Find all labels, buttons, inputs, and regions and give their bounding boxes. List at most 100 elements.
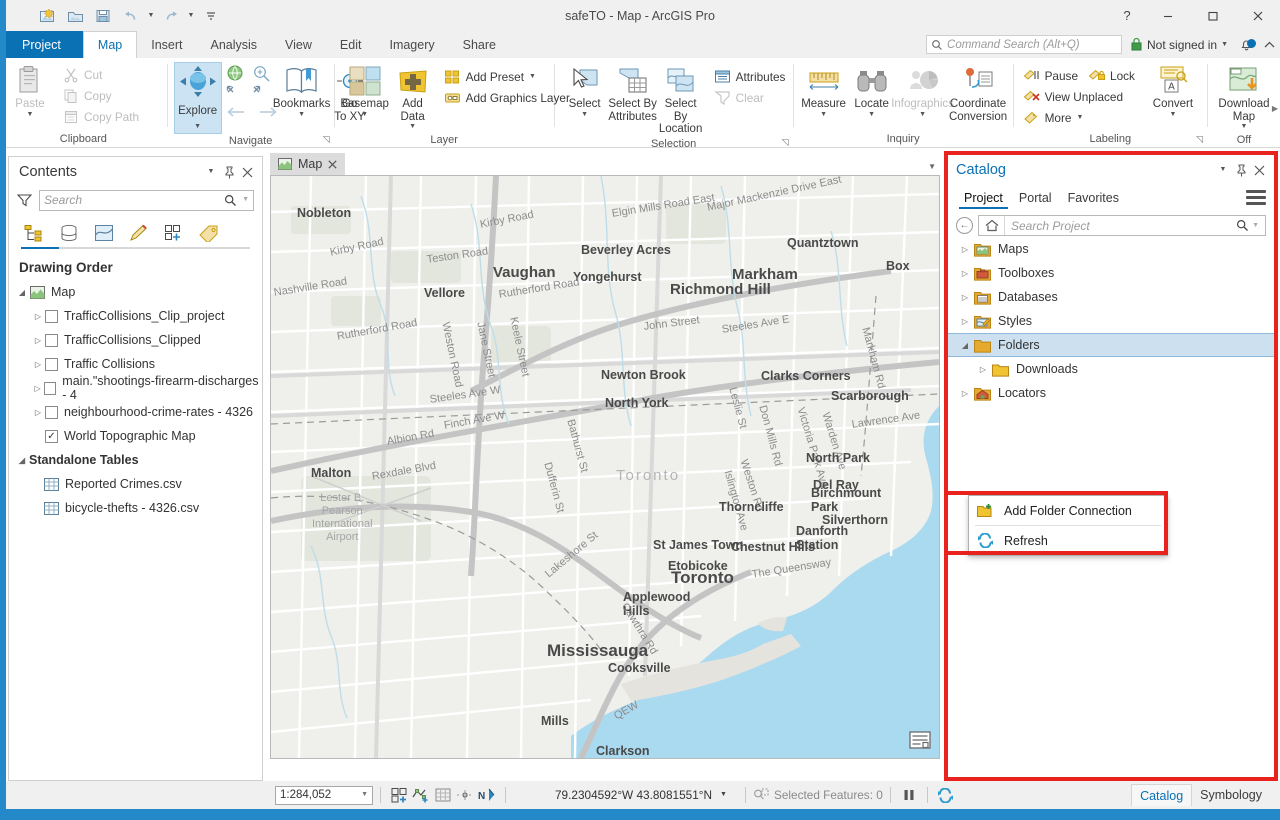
copy-path-button[interactable]: Copy Path xyxy=(60,106,142,127)
catalog-item-databases[interactable]: ▷ Databases xyxy=(948,285,1274,309)
locate-button[interactable]: Locate ▼ xyxy=(848,62,896,121)
add-graphics-layer-button[interactable]: Add Graphics Layer xyxy=(441,87,573,108)
measure-button[interactable]: Measure ▼ xyxy=(800,62,848,121)
tab-view[interactable]: View xyxy=(271,31,326,58)
map-tab[interactable]: Map xyxy=(270,153,346,175)
filter-icon[interactable] xyxy=(17,193,32,208)
basemap-caret-icon[interactable]: ▼ xyxy=(361,111,368,119)
copy-button[interactable]: Copy xyxy=(60,85,142,106)
add-folder-connection-menu-item[interactable]: Add Folder Connection xyxy=(969,496,1167,525)
back-arrow-icon[interactable]: ← xyxy=(956,217,973,234)
toc-layer-row[interactable]: ▷ main."shootings-firearm-discharges - 4 xyxy=(9,374,262,402)
catalog-item-styles[interactable]: ▷ Styles xyxy=(948,309,1274,333)
toc-layer-row[interactable]: ✓ World Topographic Map xyxy=(9,424,262,448)
notification-bell-icon[interactable] xyxy=(1234,35,1258,55)
collapse-arrow-icon[interactable]: ◢ xyxy=(958,341,972,350)
zoom-to-layer-icon[interactable] xyxy=(252,85,272,101)
expand-arrow-icon[interactable]: ▷ xyxy=(958,269,972,278)
layer-checkbox-checked[interactable]: ✓ xyxy=(45,429,58,443)
layer-checkbox[interactable] xyxy=(45,309,58,323)
locate-caret-icon[interactable]: ▼ xyxy=(868,111,875,119)
catalog-close-icon[interactable] xyxy=(1250,159,1268,181)
new-project-icon[interactable] xyxy=(34,4,60,28)
create-layout-icon[interactable] xyxy=(388,785,410,805)
close-icon[interactable] xyxy=(1235,0,1280,31)
list-by-editing-icon[interactable] xyxy=(126,221,152,245)
north-arrow-icon[interactable]: N xyxy=(476,785,498,805)
tab-catalog-favorites[interactable]: Favorites xyxy=(1060,187,1127,209)
explore-caret-icon[interactable]: ▼ xyxy=(194,123,201,131)
paste-button[interactable]: Paste ▼ xyxy=(6,62,54,121)
toc-layer-row[interactable]: ▷ TrafficCollisions_Clip_project xyxy=(9,304,262,328)
account-menu[interactable]: Not signed in ▼ xyxy=(1130,37,1228,52)
layer-checkbox[interactable] xyxy=(44,381,57,395)
map-scale-caret-icon[interactable]: ▼ xyxy=(361,791,368,799)
undo-caret-icon[interactable]: ▼ xyxy=(146,4,156,28)
download-map-caret-icon[interactable]: ▼ xyxy=(1241,123,1248,131)
tab-map[interactable]: Map xyxy=(82,31,138,58)
add-data-caret-icon[interactable]: ▼ xyxy=(409,123,416,131)
command-search-input[interactable]: Command Search (Alt+Q) xyxy=(926,35,1123,54)
convert-labels-button[interactable]: A Convert ▼ xyxy=(1146,62,1200,121)
expand-arrow-icon[interactable]: ▷ xyxy=(958,389,972,398)
bottom-tab-symbology[interactable]: Symbology xyxy=(1192,784,1270,806)
catalog-item-folders[interactable]: ◢ Folders xyxy=(948,333,1274,357)
expand-arrow-icon[interactable]: ▷ xyxy=(958,317,972,326)
tab-analysis[interactable]: Analysis xyxy=(197,31,272,58)
measure-caret-icon[interactable]: ▼ xyxy=(820,111,827,119)
basemap-button[interactable]: Basemap ▼ xyxy=(340,62,389,121)
catalog-item-toolboxes[interactable]: ▷ Toolboxes xyxy=(948,261,1274,285)
minimize-icon[interactable] xyxy=(1145,0,1190,31)
catalog-item-downloads[interactable]: ▷ Downloads xyxy=(948,357,1274,381)
contents-pin-icon[interactable] xyxy=(220,161,238,183)
contents-search-input[interactable]: Search ▼ xyxy=(39,189,254,211)
infographics-caret-icon[interactable]: ▼ xyxy=(919,111,926,119)
expand-arrow-icon[interactable]: ◢ xyxy=(15,288,29,297)
bookmarks-caret-icon[interactable]: ▼ xyxy=(298,111,305,119)
snapping-icon[interactable] xyxy=(454,785,476,805)
selection-dialog-launcher[interactable]: ◹ xyxy=(782,137,789,148)
view-unplaced-button[interactable]: View Unplaced xyxy=(1020,86,1138,107)
search-icon[interactable] xyxy=(1236,219,1252,232)
account-caret-icon[interactable]: ▼ xyxy=(1221,41,1228,49)
pause-drawing-icon[interactable] xyxy=(898,785,920,805)
map-coordinates[interactable]: 79.2304592°W 43.8081551°N ▼ xyxy=(555,788,727,802)
catalog-pin-icon[interactable] xyxy=(1232,159,1250,181)
refresh-menu-item[interactable]: Refresh xyxy=(969,526,1167,555)
toc-table-row[interactable]: bicycle-thefts - 4326.csv xyxy=(9,496,262,520)
expand-arrow-icon[interactable]: ▷ xyxy=(31,360,45,369)
back-arrow-icon[interactable] xyxy=(226,105,248,119)
coordinate-conversion-button[interactable]: Coordinate Conversion xyxy=(949,62,1007,125)
select-by-location-button[interactable]: Select By Location xyxy=(657,62,705,138)
ribbon-overflow-icon[interactable]: ▶ xyxy=(1272,104,1278,113)
maximize-icon[interactable] xyxy=(1190,0,1235,31)
expand-arrow-icon[interactable]: ▷ xyxy=(958,293,972,302)
clear-selection-button[interactable]: Clear xyxy=(711,87,789,108)
refresh-icon[interactable] xyxy=(935,785,957,805)
toc-map-node[interactable]: ◢ Map xyxy=(9,280,262,304)
list-by-labeling-icon[interactable] xyxy=(196,221,222,245)
hamburger-menu-icon[interactable] xyxy=(1246,187,1266,207)
toc-layer-row[interactable]: ▷ TrafficCollisions_Clipped xyxy=(9,328,262,352)
overview-map-icon[interactable] xyxy=(909,730,931,750)
bottom-tab-catalog[interactable]: Catalog xyxy=(1131,784,1193,806)
infographics-button[interactable]: Infographics ▼ xyxy=(891,62,954,121)
catalog-item-maps[interactable]: ▷ Maps xyxy=(948,237,1274,261)
toc-layer-row[interactable]: ▷ neighbourhood-crime-rates - 4326 xyxy=(9,400,262,424)
contents-close-icon[interactable] xyxy=(238,161,256,183)
redo-caret-icon[interactable]: ▼ xyxy=(186,4,196,28)
expand-arrow-icon[interactable]: ▷ xyxy=(976,365,990,374)
catalog-item-locators[interactable]: ▷ Locators xyxy=(948,381,1274,405)
map-scale-selector[interactable]: 1:284,052 ▼ xyxy=(275,785,373,805)
tab-project[interactable]: Project xyxy=(0,31,83,58)
list-by-snapping-icon[interactable] xyxy=(161,221,187,245)
layer-checkbox[interactable] xyxy=(45,405,58,419)
layer-checkbox[interactable] xyxy=(45,357,58,371)
full-extent-icon[interactable] xyxy=(226,64,246,84)
expand-arrow-icon[interactable]: ▷ xyxy=(958,245,972,254)
explore-button[interactable]: Explore ▼ xyxy=(173,62,222,134)
help-icon[interactable]: ? xyxy=(1109,0,1145,31)
labeling-dialog-launcher[interactable]: ◹ xyxy=(1196,134,1203,145)
add-data-button[interactable]: Add Data ▼ xyxy=(389,62,437,133)
layer-checkbox[interactable] xyxy=(45,333,58,347)
